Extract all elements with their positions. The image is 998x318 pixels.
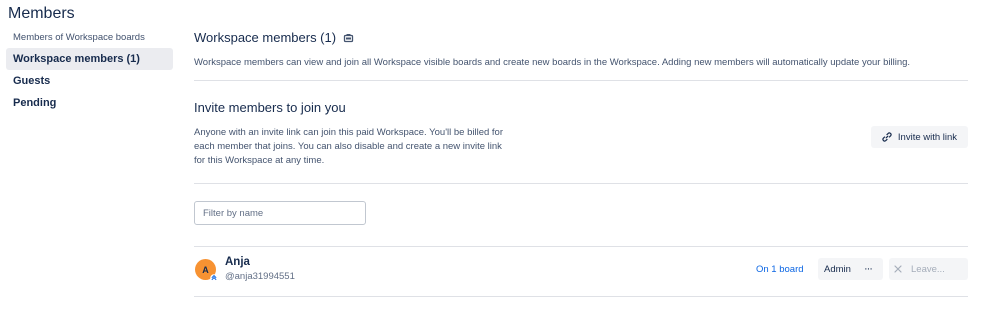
member-handle: @anja31994551 — [225, 271, 295, 282]
filter-by-name-input[interactable] — [194, 201, 366, 225]
sidebar-item-workspace-boards-members[interactable]: Members of Workspace boards — [6, 28, 173, 48]
workspace-members-header: Workspace members (1) — [194, 30, 354, 45]
invite-with-link-label: Invite with link — [897, 131, 958, 143]
admin-badge-icon — [210, 274, 218, 282]
divider — [194, 296, 968, 297]
leave-button[interactable]: Leave... — [889, 258, 968, 280]
sidebar: Members of Workspace boards Workspace me… — [6, 28, 173, 114]
member-name: Anja — [225, 256, 250, 268]
divider — [194, 246, 968, 247]
close-icon — [894, 265, 902, 273]
page-title: Members — [8, 5, 75, 22]
invite-description: Anyone with an invite link can join this… — [194, 127, 503, 166]
invite-with-link-button[interactable]: Invite with link — [871, 126, 968, 148]
member-boards-link[interactable]: On 1 board — [756, 264, 804, 275]
member-role-button[interactable]: Admin ··· — [818, 258, 883, 280]
invite-title: Invite members to join you — [194, 100, 346, 115]
member-role-label: Admin — [824, 263, 851, 275]
divider — [194, 80, 968, 81]
leave-label: Leave... — [911, 263, 945, 275]
more-options-icon: ··· — [863, 263, 873, 275]
member-row: A Anja @anja31994551 On 1 board Admin ··… — [194, 256, 968, 284]
sidebar-item-guests[interactable]: Guests — [6, 70, 173, 92]
workspace-members-heading: Workspace members (1) — [194, 30, 337, 45]
sidebar-item-workspace-members[interactable]: Workspace members (1) — [6, 48, 173, 70]
sidebar-item-pending[interactable]: Pending — [6, 92, 173, 114]
workspace-members-description: Workspace members can view and join all … — [194, 57, 911, 68]
divider — [194, 183, 968, 184]
link-icon — [882, 132, 892, 142]
workspace-badge-icon — [343, 33, 354, 43]
avatar-initial: A — [202, 264, 209, 275]
